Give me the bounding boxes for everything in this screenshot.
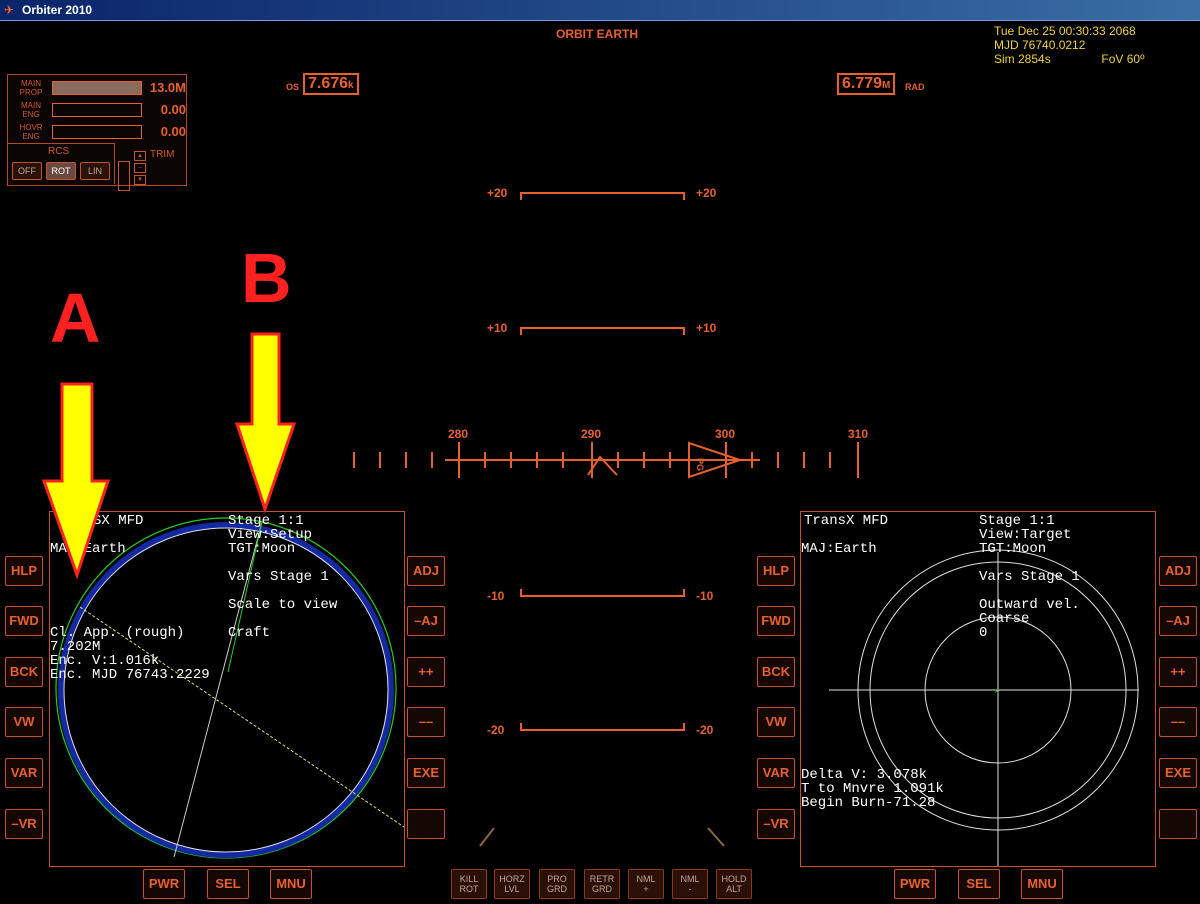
window-titlebar[interactable]: ✈ Orbiter 2010: [0, 0, 1200, 21]
annotation-arrow-a-icon: [41, 382, 111, 580]
orbiter-logo-icon: ✈: [4, 3, 15, 17]
window-title: Orbiter 2010: [22, 3, 93, 17]
simulation-view: ORBIT EARTH Tue Dec 25 00:30:33 2068 MJD…: [0, 20, 1200, 904]
annotation-arrow-b-icon: [234, 332, 297, 514]
annotation-overlay: [41, 332, 297, 580]
